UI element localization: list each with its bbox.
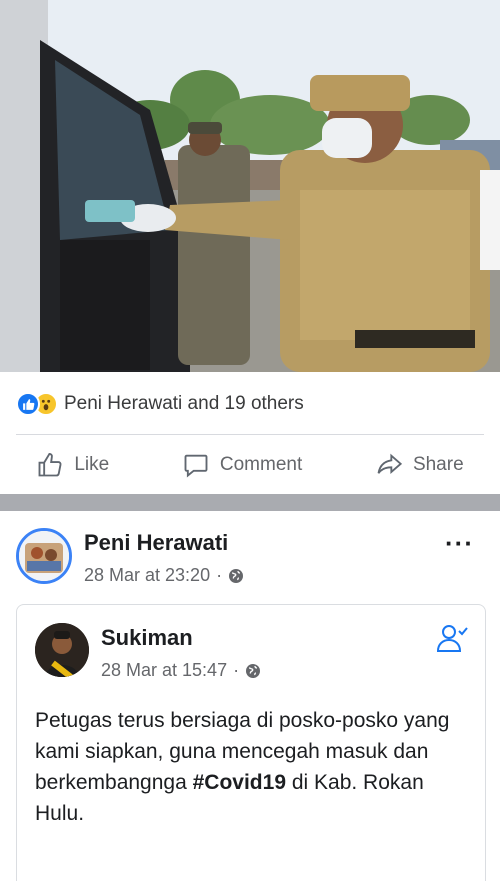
like-reaction-icon [16, 392, 40, 416]
meta-separator: · [233, 660, 240, 680]
reactions-text[interactable]: Peni Herawati and 19 others [64, 393, 304, 415]
more-options-icon[interactable]: ··· [445, 528, 474, 559]
divider [16, 434, 484, 435]
globe-icon [246, 663, 261, 678]
comment-icon [184, 454, 208, 478]
comment-button[interactable]: Comment [182, 451, 302, 479]
post-timestamp[interactable]: 28 Mar at 23:20 [84, 565, 210, 586]
reaction-icons [16, 392, 58, 416]
thumbs-up-icon [38, 452, 62, 477]
like-button[interactable]: Like [36, 451, 109, 479]
photo-image [0, 0, 500, 372]
comment-label: Comment [219, 454, 303, 475]
shared-meta: 28 Mar at 15:47 · [101, 660, 261, 681]
post-photo[interactable] [0, 0, 500, 372]
share-button[interactable]: Share [375, 451, 464, 479]
post-meta: 28 Mar at 23:20 · [84, 565, 244, 586]
like-label: Like [74, 454, 110, 475]
action-bar: Like Comment Share [0, 440, 500, 490]
hashtag-link[interactable]: #Covid19 [193, 771, 286, 794]
share-label: Share [412, 454, 464, 475]
reactions-summary[interactable]: Peni Herawati and 19 others [16, 388, 304, 420]
meta-separator: · [216, 565, 223, 585]
author-avatar[interactable] [16, 528, 72, 584]
shared-post-card[interactable]: Sukiman 28 Mar at 15:47 · Petugas terus … [16, 604, 486, 881]
shared-author-name[interactable]: Sukiman [101, 625, 193, 651]
post-author-name[interactable]: Peni Herawati [84, 530, 228, 556]
share-icon [377, 453, 403, 475]
add-friend-icon[interactable] [435, 621, 469, 660]
shared-post-text: Petugas terus bersiaga di posko-posko ya… [35, 705, 475, 829]
section-separator [0, 494, 500, 511]
globe-icon [229, 568, 244, 583]
shared-author-avatar[interactable] [35, 623, 89, 677]
shared-timestamp[interactable]: 28 Mar at 15:47 [101, 660, 227, 681]
